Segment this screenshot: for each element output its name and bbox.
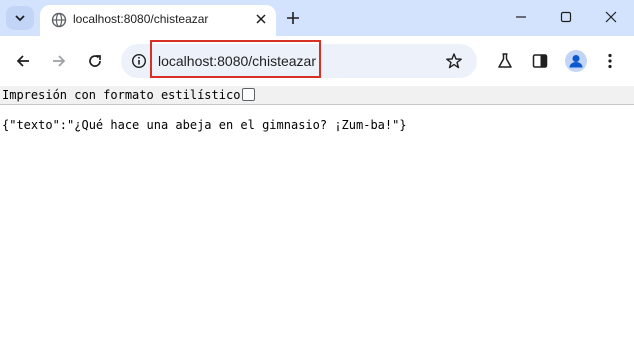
chevron-down-icon [15, 15, 25, 22]
profile-avatar[interactable] [565, 50, 587, 72]
back-icon[interactable] [14, 52, 32, 70]
minimize-icon[interactable] [513, 9, 529, 25]
profile-icon [569, 55, 583, 68]
menu-icon[interactable] [602, 52, 618, 70]
labs-flask-icon[interactable] [496, 52, 514, 70]
tab-search-button[interactable] [6, 6, 34, 30]
pretty-print-bar: Impresión con formato estilístico [0, 86, 634, 105]
maximize-icon[interactable] [558, 9, 574, 25]
pretty-print-checkbox[interactable] [242, 88, 255, 101]
new-tab-icon[interactable] [284, 9, 302, 27]
active-tab[interactable]: localhost:8080/chisteazar [40, 5, 276, 36]
tab-strip: localhost:8080/chisteazar [0, 0, 634, 36]
tab-title: localhost:8080/chisteazar [73, 12, 209, 26]
site-info-icon[interactable] [131, 53, 147, 69]
globe-icon [51, 12, 67, 28]
side-panel-icon[interactable] [531, 52, 549, 70]
bookmark-star-icon[interactable] [445, 52, 463, 70]
forward-icon[interactable] [50, 52, 68, 70]
pretty-print-label: Impresión con formato estilístico [2, 88, 241, 102]
json-response-text: {"texto":"¿Qué hace una abeja en el gimn… [2, 118, 407, 132]
close-tab-icon[interactable] [254, 12, 268, 26]
url-highlight-box [150, 40, 321, 78]
reload-icon[interactable] [86, 52, 104, 70]
close-window-icon[interactable] [603, 9, 619, 25]
